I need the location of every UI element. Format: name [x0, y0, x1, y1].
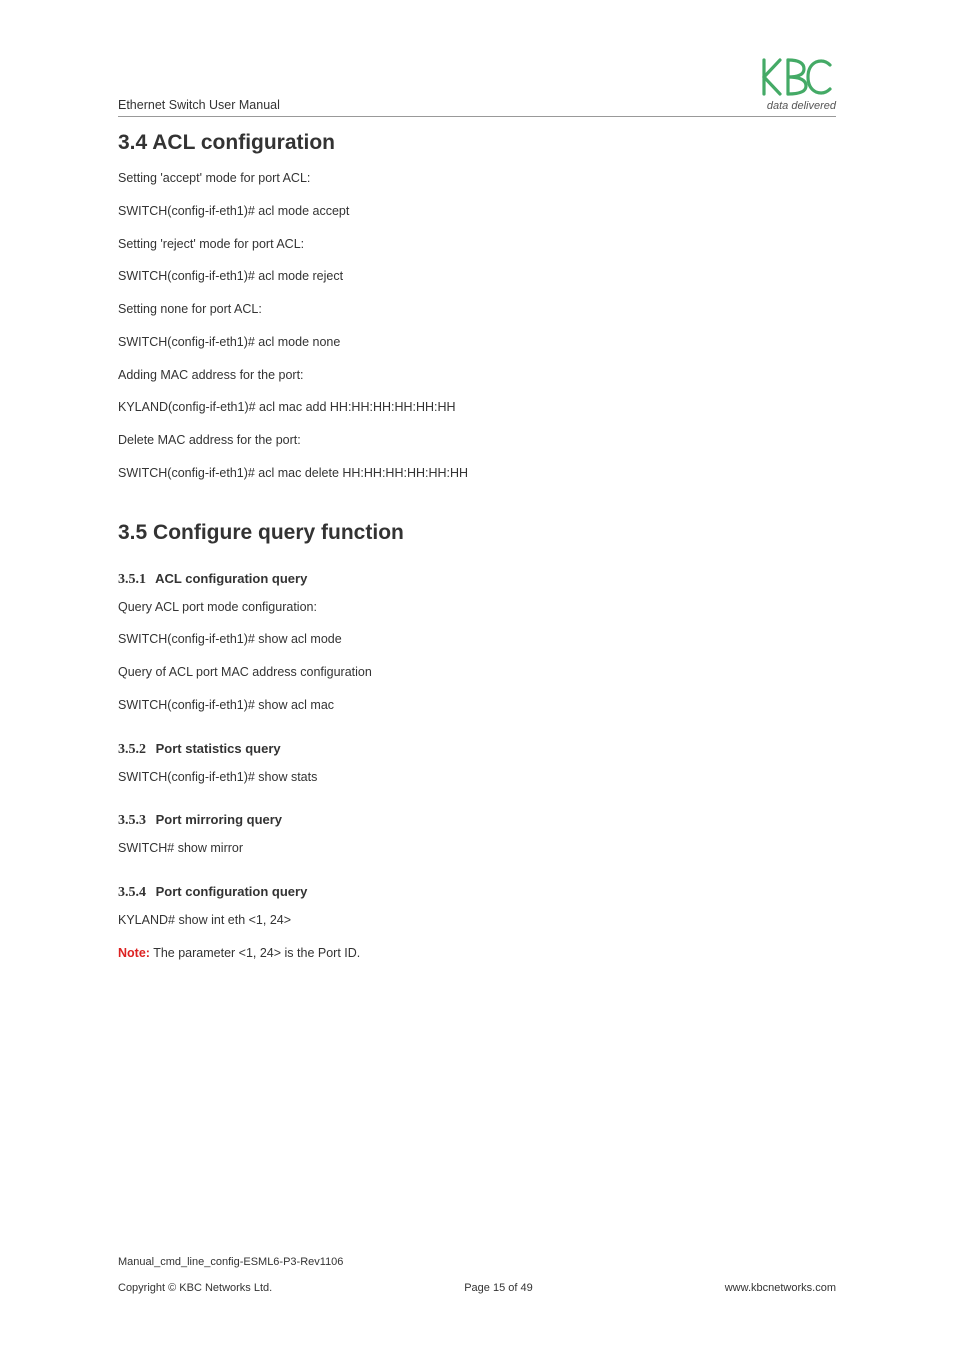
subsection-title: Port configuration query: [156, 884, 308, 899]
body-text: SWITCH# show mirror: [118, 839, 836, 858]
subsection-title: Port mirroring query: [156, 812, 282, 827]
note-text: The parameter <1, 24> is the Port ID.: [150, 946, 360, 960]
subsection-number: 3.5.2: [118, 742, 146, 758]
subsection-title: ACL configuration query: [155, 571, 307, 586]
body-text: Query ACL port mode configuration:: [118, 598, 836, 617]
footer-page-number: Page 15 of 49: [464, 1282, 533, 1294]
body-text: Adding MAC address for the port:: [118, 366, 836, 385]
body-text: Setting 'reject' mode for port ACL:: [118, 235, 836, 254]
footer-url: www.kbcnetworks.com: [725, 1282, 836, 1294]
body-text: KYLAND# show int eth <1, 24>: [118, 911, 836, 930]
header-title: Ethernet Switch User Manual: [118, 98, 280, 112]
body-text: Setting none for port ACL:: [118, 300, 836, 319]
body-text: Query of ACL port MAC address configurat…: [118, 663, 836, 682]
logo-block: data delivered: [758, 56, 836, 112]
section-3-4-heading: 3.4 ACL configuration: [118, 131, 836, 155]
page-footer: Manual_cmd_line_config-ESML6-P3-Rev1106 …: [118, 1256, 836, 1294]
note-line: Note: The parameter <1, 24> is the Port …: [118, 944, 836, 963]
subsection-3-5-2-heading: 3.5.2 Port statistics query: [118, 741, 836, 758]
footer-filename: Manual_cmd_line_config-ESML6-P3-Rev1106: [118, 1256, 836, 1268]
body-text: SWITCH(config-if-eth1)# acl mode accept: [118, 202, 836, 221]
section-3-5-heading: 3.5 Configure query function: [118, 521, 836, 545]
note-label: Note:: [118, 946, 150, 960]
body-text: SWITCH(config-if-eth1)# acl mac delete H…: [118, 464, 836, 483]
body-text: SWITCH(config-if-eth1)# show acl mode: [118, 630, 836, 649]
body-text: KYLAND(config-if-eth1)# acl mac add HH:H…: [118, 398, 836, 417]
subsection-3-5-4-heading: 3.5.4 Port configuration query: [118, 884, 836, 901]
footer-copyright: Copyright © KBC Networks Ltd.: [118, 1282, 272, 1294]
body-text: Delete MAC address for the port:: [118, 431, 836, 450]
subsection-number: 3.5.1: [118, 572, 146, 588]
subsection-3-5-3-heading: 3.5.3 Port mirroring query: [118, 812, 836, 829]
body-text: SWITCH(config-if-eth1)# acl mode reject: [118, 267, 836, 286]
kbc-logo-icon: [758, 56, 836, 98]
subsection-title: Port statistics query: [156, 741, 281, 756]
subsection-3-5-1-heading: 3.5.1 ACL configuration query: [118, 571, 836, 588]
logo-tagline: data delivered: [758, 100, 836, 112]
body-text: Setting 'accept' mode for port ACL:: [118, 169, 836, 188]
subsection-number: 3.5.4: [118, 885, 146, 901]
body-text: SWITCH(config-if-eth1)# acl mode none: [118, 333, 836, 352]
body-text: SWITCH(config-if-eth1)# show acl mac: [118, 696, 836, 715]
page-header: Ethernet Switch User Manual data deliver…: [118, 56, 836, 117]
body-text: SWITCH(config-if-eth1)# show stats: [118, 768, 836, 787]
subsection-number: 3.5.3: [118, 813, 146, 829]
